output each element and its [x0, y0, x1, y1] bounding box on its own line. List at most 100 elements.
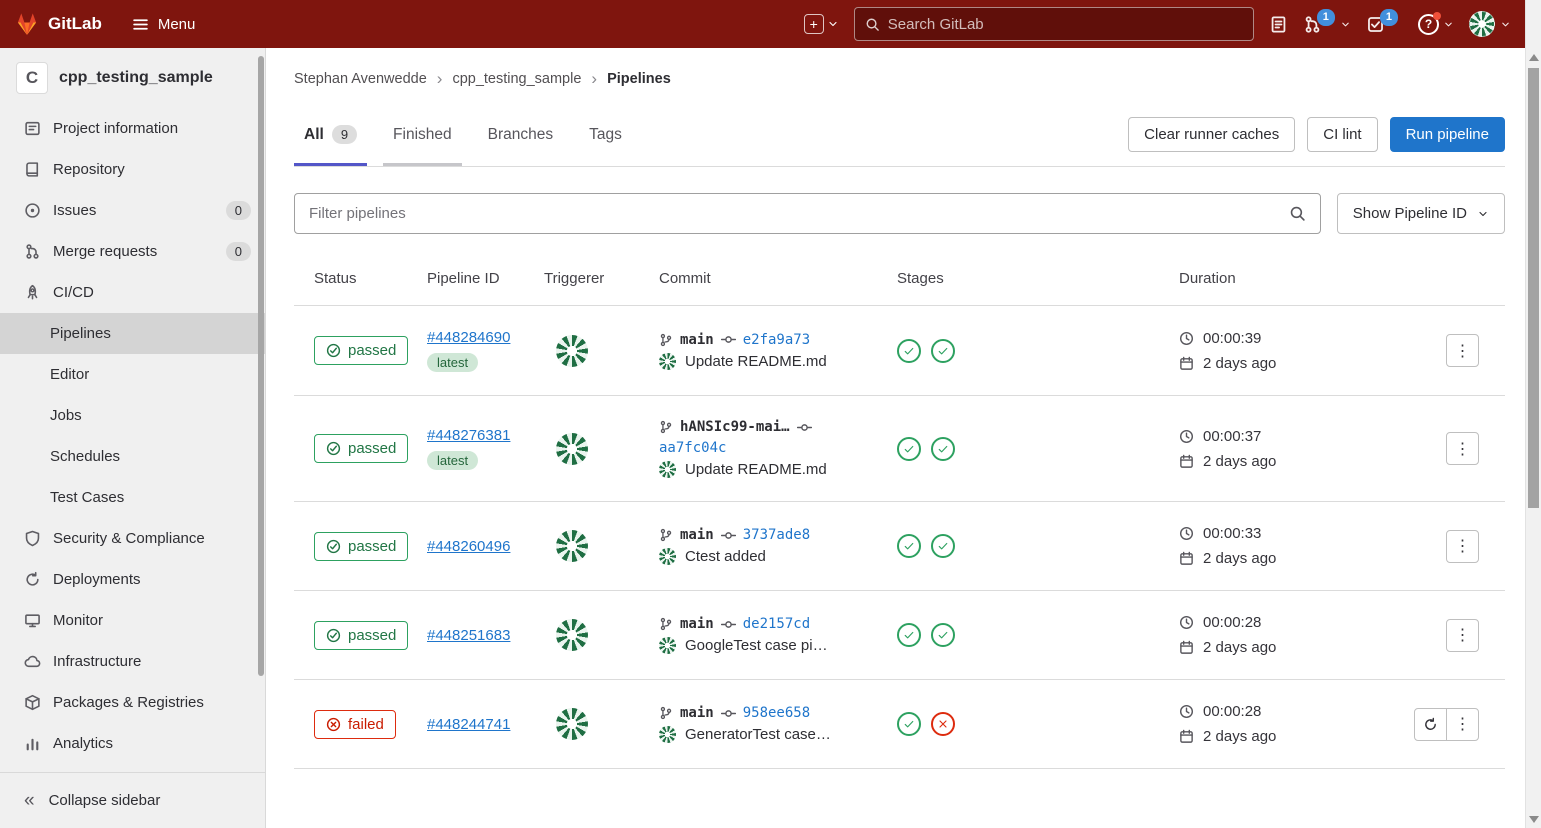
collapse-sidebar-button[interactable]: « Collapse sidebar: [0, 772, 265, 828]
scrollbar-thumb[interactable]: [1528, 68, 1539, 508]
merge-requests-button[interactable]: 1: [1303, 15, 1351, 34]
branch-link[interactable]: main: [680, 705, 714, 721]
commit-sha-link[interactable]: 958ee658: [743, 705, 810, 721]
pipeline-id-link[interactable]: #448260496: [427, 538, 510, 555]
sidebar-item-schedules[interactable]: Schedules: [0, 436, 265, 477]
status-badge[interactable]: passed: [314, 434, 408, 463]
pipeline-id-link[interactable]: #448251683: [427, 627, 510, 644]
breadcrumb-user-link[interactable]: Stephan Avenwedde: [294, 71, 427, 87]
pipeline-more-actions-button[interactable]: ⋮: [1446, 334, 1479, 367]
pipeline-more-actions-button[interactable]: ⋮: [1446, 619, 1479, 652]
breadcrumb-project-link[interactable]: cpp_testing_sample: [452, 71, 581, 87]
stage-failed-icon[interactable]: [931, 712, 955, 736]
triggerer-avatar[interactable]: [556, 619, 588, 651]
menu-button[interactable]: Menu: [132, 16, 196, 33]
sidebar-item-security-compliance[interactable]: Security & Compliance: [0, 518, 265, 559]
filter-pipelines-box[interactable]: [294, 193, 1321, 234]
status-badge[interactable]: passed: [314, 621, 408, 650]
pipeline-more-actions-button[interactable]: ⋮: [1446, 530, 1479, 563]
retry-pipeline-button[interactable]: [1414, 708, 1447, 741]
stage-passed-icon[interactable]: [931, 339, 955, 363]
search-input[interactable]: [888, 16, 1243, 33]
sidebar-item-editor[interactable]: Editor: [0, 354, 265, 395]
bar-chart-icon: [24, 735, 41, 752]
stage-passed-icon[interactable]: [897, 534, 921, 558]
tab-branches[interactable]: Branches: [478, 104, 563, 166]
status-badge[interactable]: passed: [314, 336, 408, 365]
status-badge[interactable]: failed: [314, 710, 396, 739]
tab-finished[interactable]: Finished: [383, 104, 462, 166]
sidebar-item-pipelines[interactable]: Pipelines: [0, 313, 265, 354]
new-menu-button[interactable]: +: [804, 14, 839, 34]
sidebar-item-analytics[interactable]: Analytics: [0, 723, 265, 764]
stage-passed-icon[interactable]: [897, 623, 921, 647]
kebab-icon: ⋮: [1455, 341, 1471, 361]
sidebar-item-infrastructure[interactable]: Infrastructure: [0, 641, 265, 682]
branch-link[interactable]: main: [680, 616, 714, 632]
sidebar-item-cicd[interactable]: CI/CD: [0, 272, 265, 313]
stage-passed-icon[interactable]: [897, 437, 921, 461]
scrollbar-up-arrow[interactable]: [1529, 54, 1539, 61]
triggerer-avatar[interactable]: [556, 708, 588, 740]
commit-message-link[interactable]: GoogleTest case pi…: [685, 637, 828, 654]
commit-message-link[interactable]: Update README.md: [685, 353, 827, 370]
tab-all[interactable]: All 9: [294, 103, 367, 166]
run-pipeline-button[interactable]: Run pipeline: [1390, 117, 1505, 152]
commit-message-link[interactable]: Update README.md: [685, 461, 827, 478]
commit-sha-link[interactable]: de2157cd: [743, 616, 810, 632]
clear-runner-caches-button[interactable]: Clear runner caches: [1128, 117, 1295, 152]
project-header[interactable]: C cpp_testing_sample: [0, 48, 265, 108]
sidebar-item-test-cases[interactable]: Test Cases: [0, 477, 265, 518]
pipeline-more-actions-button[interactable]: ⋮: [1446, 432, 1479, 465]
stage-passed-icon[interactable]: [931, 437, 955, 461]
sidebar-item-packages-registries[interactable]: Packages & Registries: [0, 682, 265, 723]
branch-link[interactable]: main: [680, 527, 714, 543]
page-scrollbar[interactable]: [1525, 0, 1541, 828]
scrollbar-down-arrow[interactable]: [1529, 816, 1539, 823]
sidebar-item-merge-requests[interactable]: Merge requests 0: [0, 231, 265, 272]
commit-sha-link[interactable]: aa7fc04c: [659, 440, 726, 456]
triggerer-avatar[interactable]: [556, 530, 588, 562]
hamburger-icon: [132, 16, 149, 33]
todos-button[interactable]: 1: [1366, 15, 1403, 34]
help-menu-button[interactable]: ?: [1418, 14, 1454, 35]
commit-sha-link[interactable]: e2fa9a73: [743, 332, 810, 348]
pipeline-id-link[interactable]: #448244741: [427, 716, 510, 733]
global-search[interactable]: [854, 7, 1254, 41]
stage-passed-icon[interactable]: [897, 712, 921, 736]
stage-passed-icon[interactable]: [931, 534, 955, 558]
show-pipeline-id-dropdown[interactable]: Show Pipeline ID: [1337, 193, 1505, 234]
sidebar-item-project-information[interactable]: Project information: [0, 108, 265, 149]
branch-link[interactable]: hANSIc99-mai…: [680, 419, 790, 435]
sidebar-item-repository[interactable]: Repository: [0, 149, 265, 190]
triggerer-avatar[interactable]: [556, 433, 588, 465]
filter-pipelines-input[interactable]: [309, 205, 1279, 222]
commit-sha-link[interactable]: 3737ade8: [743, 527, 810, 543]
sidebar-item-issues[interactable]: Issues 0: [0, 190, 265, 231]
duration-value: 00:00:28: [1203, 703, 1261, 720]
tab-tags[interactable]: Tags: [579, 104, 632, 166]
user-menu-button[interactable]: [1469, 11, 1511, 37]
pipeline-id-link[interactable]: #448284690: [427, 329, 510, 346]
calendar-icon: [1179, 356, 1194, 371]
pipeline-row: passed #448251683 main de2157cd: [294, 591, 1505, 680]
stage-passed-icon[interactable]: [897, 339, 921, 363]
pipeline-more-actions-button[interactable]: ⋮: [1446, 708, 1479, 741]
commit-message-link[interactable]: GeneratorTest case…: [685, 726, 831, 743]
stage-passed-icon[interactable]: [931, 623, 955, 647]
status-badge[interactable]: passed: [314, 532, 408, 561]
pipeline-id-link[interactable]: #448276381: [427, 427, 510, 444]
document-shortcut-button[interactable]: [1269, 15, 1288, 34]
calendar-icon: [1179, 454, 1194, 469]
sidebar-scrollbar-thumb[interactable]: [258, 56, 264, 676]
commit-message-link[interactable]: Ctest added: [685, 548, 766, 565]
sidebar-item-jobs[interactable]: Jobs: [0, 395, 265, 436]
sidebar-item-deployments[interactable]: Deployments: [0, 559, 265, 600]
branch-link[interactable]: main: [680, 332, 714, 348]
search-icon[interactable]: [1289, 205, 1306, 222]
ci-lint-button[interactable]: CI lint: [1307, 117, 1377, 152]
package-icon: [24, 694, 41, 711]
gitlab-home-link[interactable]: GitLab: [14, 12, 102, 36]
triggerer-avatar[interactable]: [556, 335, 588, 367]
sidebar-item-monitor[interactable]: Monitor: [0, 600, 265, 641]
